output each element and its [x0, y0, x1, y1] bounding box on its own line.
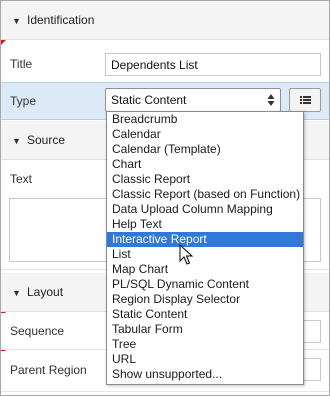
parent-region-label: Parent Region [10, 363, 87, 377]
type-option[interactable]: Data Upload Column Mapping [107, 202, 303, 217]
type-select[interactable]: Static Content [105, 88, 281, 112]
type-option[interactable]: Map Chart [107, 262, 303, 277]
type-option[interactable]: Breadcrumb [107, 112, 303, 127]
title-input[interactable]: Dependents List [105, 53, 321, 76]
type-option[interactable]: Help Text [107, 217, 303, 232]
section-title: Source [27, 133, 66, 147]
list-icon [300, 96, 311, 104]
type-option[interactable]: Classic Report [107, 172, 303, 187]
type-option[interactable]: Tree [107, 337, 303, 352]
title-label: Title [10, 57, 33, 71]
type-option[interactable]: Show unsupported... [107, 367, 303, 382]
triangle-down-icon: ▼ [12, 288, 21, 298]
type-option[interactable]: Tabular Form [107, 322, 303, 337]
property-editor-panel: ▼ Identification Title Dependents List T… [0, 0, 330, 396]
identification-section-header[interactable]: ▼ Identification [1, 1, 329, 40]
triangle-down-icon: ▼ [12, 16, 21, 26]
type-dropdown-list[interactable]: Breadcrumb Calendar Calendar (Template) Cha… [106, 111, 304, 385]
type-option[interactable]: Calendar (Template) [107, 142, 303, 157]
required-marker [1, 40, 6, 45]
section-title: Identification [27, 13, 95, 27]
text-label: Text [10, 172, 33, 186]
type-option[interactable]: Calendar [107, 127, 303, 142]
type-value: Static Content [111, 93, 187, 107]
type-option[interactable]: PL/SQL Dynamic Content [107, 277, 303, 292]
type-option[interactable]: URL [107, 352, 303, 367]
type-option[interactable]: Interactive Report [107, 232, 303, 247]
section-title: Layout [27, 285, 64, 299]
type-option[interactable]: Classic Report (based on Function) [107, 187, 303, 202]
mouse-pointer-icon [179, 244, 193, 265]
type-label: Type [10, 94, 37, 108]
type-option[interactable]: List [107, 247, 303, 262]
sequence-label: Sequence [10, 324, 65, 338]
type-option[interactable]: Region Display Selector [107, 292, 303, 307]
type-option[interactable]: Static Content [107, 307, 303, 322]
title-value: Dependents List [111, 58, 198, 72]
list-button[interactable] [289, 88, 321, 112]
triangle-down-icon: ▼ [12, 136, 21, 146]
type-option[interactable]: Chart [107, 157, 303, 172]
updown-arrows-icon [267, 94, 275, 106]
